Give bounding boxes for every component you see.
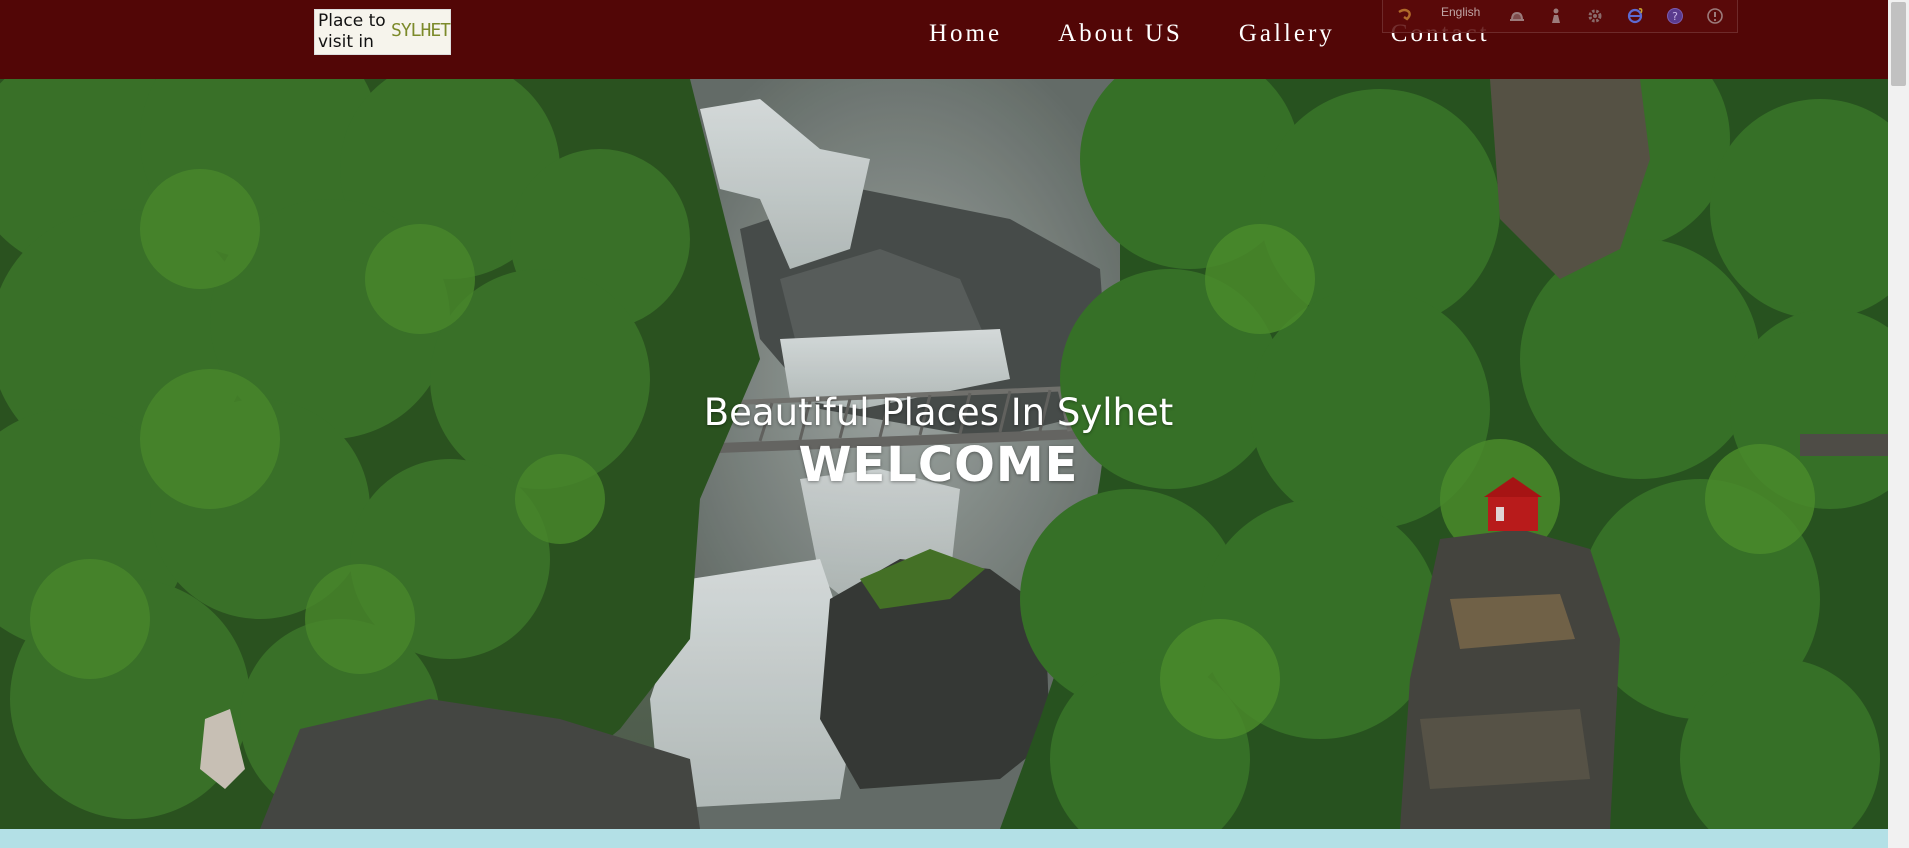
- nav-about[interactable]: About US: [1058, 20, 1183, 48]
- browser-icon[interactable]: [1625, 6, 1645, 26]
- logo-line-1: Place to: [318, 11, 386, 31]
- vertical-scrollbar[interactable]: [1888, 0, 1909, 848]
- hero-section: Beautiful Places In Sylhet WELCOME: [0, 79, 1888, 829]
- gear-icon[interactable]: [1585, 6, 1605, 26]
- hero-title: WELCOME: [798, 437, 1079, 493]
- info-icon[interactable]: [1705, 6, 1725, 26]
- scrollbar-thumb[interactable]: [1891, 2, 1906, 86]
- next-section-strip: [0, 829, 1888, 848]
- figure-icon[interactable]: [1546, 6, 1566, 26]
- logo-line-2: visit in: [318, 32, 374, 52]
- site-logo[interactable]: Place to visit in SYLHET: [314, 9, 451, 55]
- extension-toolbar: English ?: [1382, 0, 1738, 33]
- nav-home[interactable]: Home: [929, 20, 1002, 48]
- svg-text:?: ?: [1672, 10, 1678, 23]
- hero-subtitle: Beautiful Places In Sylhet: [703, 391, 1174, 434]
- logo-text: Place to visit in: [318, 11, 386, 53]
- translate-icon[interactable]: [1395, 6, 1415, 26]
- hat-icon[interactable]: [1507, 6, 1527, 26]
- nav-gallery[interactable]: Gallery: [1239, 20, 1335, 48]
- help-icon[interactable]: ?: [1665, 6, 1685, 26]
- language-label[interactable]: English: [1441, 5, 1480, 19]
- logo-brand: SYLHET: [391, 20, 451, 41]
